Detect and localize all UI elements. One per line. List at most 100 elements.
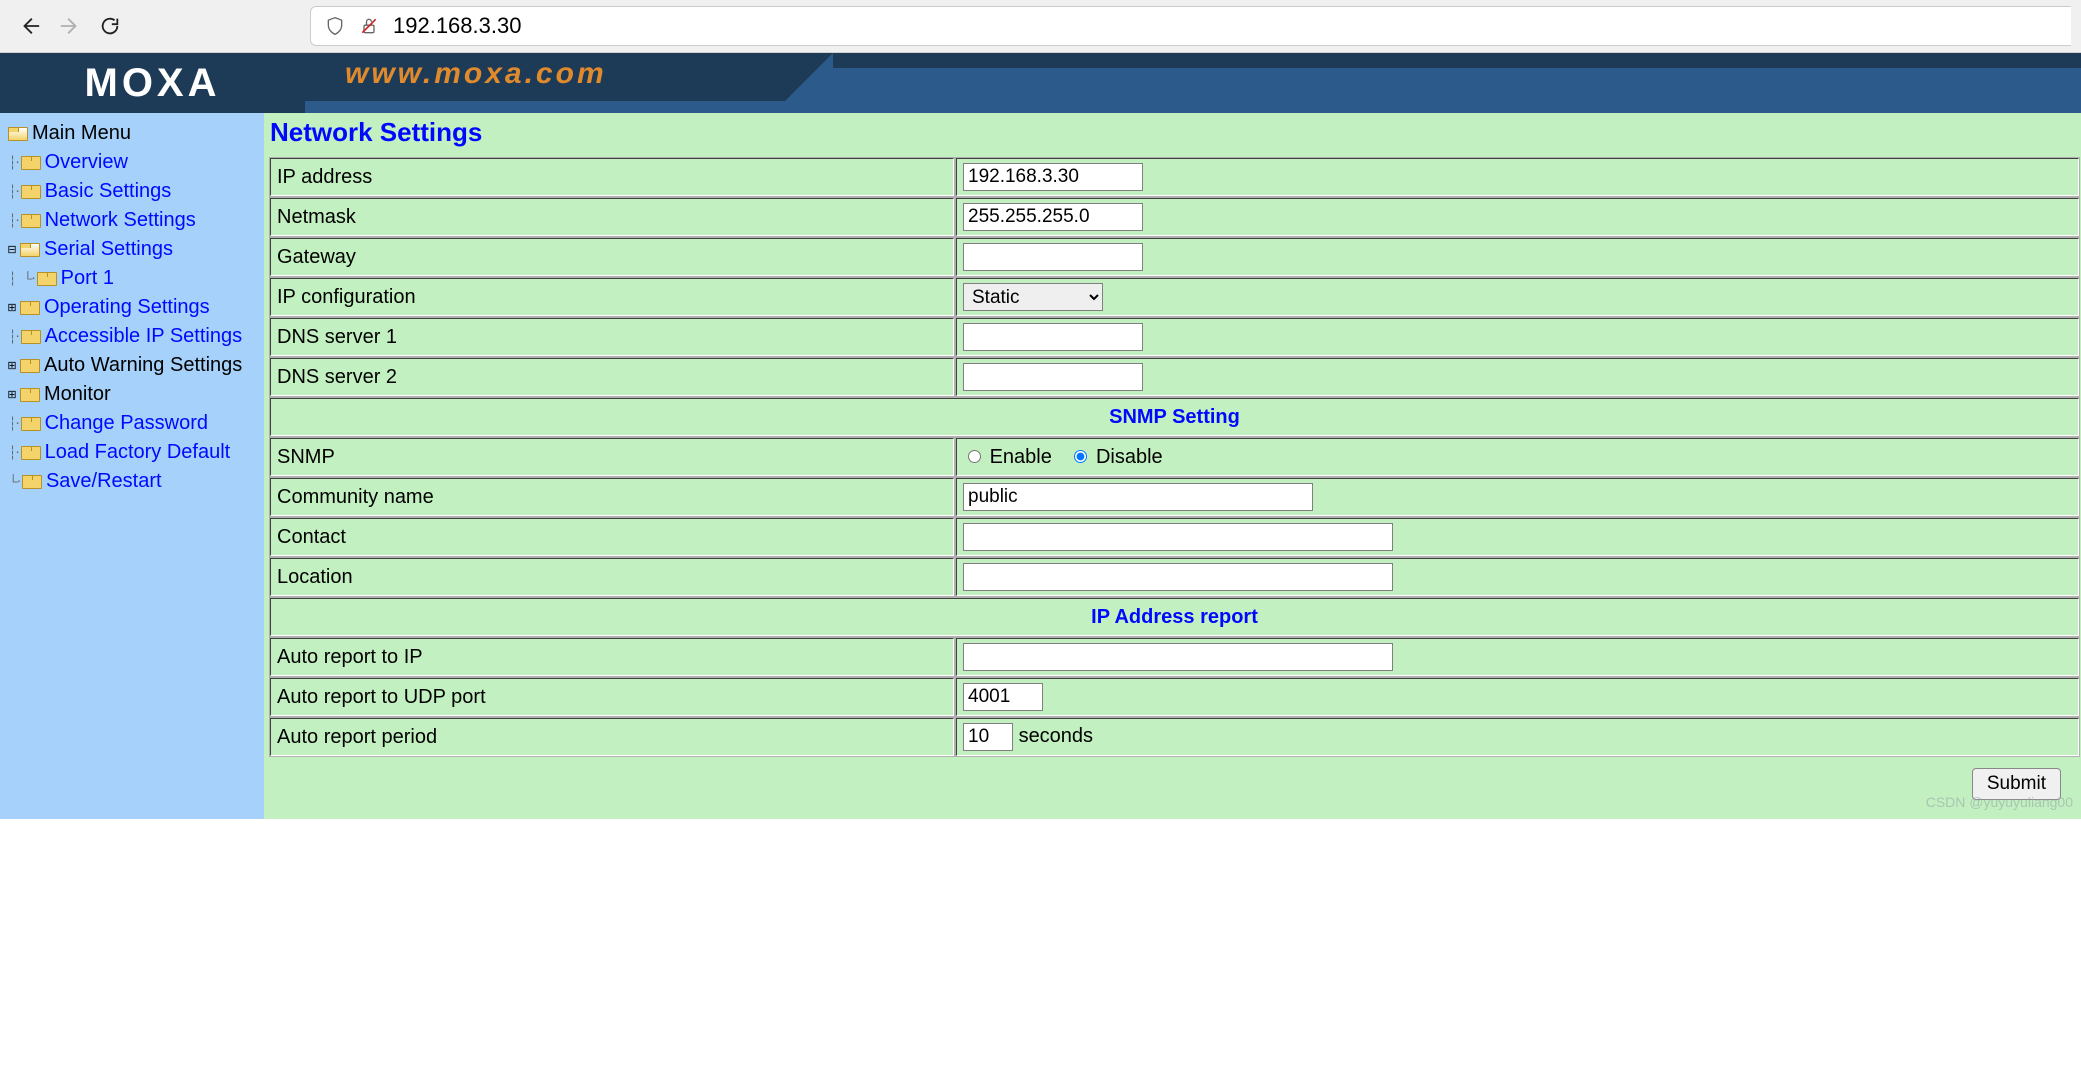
input-netmask[interactable] [963,203,1143,231]
folder-icon similarity [21,330,39,344]
expand-icon[interactable]: ⊞ [6,359,18,372]
sidebar-item-label: Basic Settings [45,180,172,203]
folder-icon [21,417,39,431]
page-title: Network Settings [270,117,2081,148]
input-location[interactable] [963,563,1393,591]
sidebar-item-accessible-ip[interactable]: ┆‧ Accessible IP Settings [6,322,264,351]
sidebar-item-monitor[interactable]: ⊞ Monitor [6,380,264,409]
input-contact[interactable] [963,523,1393,551]
input-report-period[interactable] [963,723,1013,751]
row-gateway: Gateway [270,238,2079,276]
row-snmp: SNMP Enable Disable [270,438,2079,476]
sidebar-item-basic-settings[interactable]: ┆‧ Basic Settings [6,177,264,206]
folder-icon [21,214,39,228]
sidebar-item-label: Serial Settings [44,238,173,261]
row-report-period: Auto report period seconds [270,718,2079,756]
label-contact: Contact [270,518,954,556]
label-gateway: Gateway [270,238,954,276]
sidebar-item-port1[interactable]: ┆ └‧ Port 1 [6,264,264,293]
sidebar-item-label: Auto Warning Settings [44,354,242,377]
sidebar-item-label: Operating Settings [44,296,210,319]
sidebar-item-serial-settings[interactable]: ⊟ Serial Settings [6,235,264,264]
radio-snmp-enable[interactable]: Enable [963,446,1057,468]
arrow-left-icon [19,15,41,37]
folder-icon [22,475,40,489]
section-snmp: SNMP Setting [270,398,2079,436]
logo-area: MOXA [0,53,305,113]
sidebar-item-label: Accessible IP Settings [45,325,243,348]
label-ip-config: IP configuration [270,278,954,316]
sidebar-item-label: Port 1 [61,267,114,290]
radio-snmp-disable[interactable]: Disable [1069,446,1162,468]
folder-icon [21,446,39,460]
folder-icon [37,272,55,286]
brand-url: www.moxa.com [345,57,607,91]
folder-open-icon [20,243,38,257]
label-report-port: Auto report to UDP port [270,678,954,716]
folder-icon [20,301,38,315]
label-ip-address: IP address [270,158,954,196]
browser-toolbar: 192.168.3.30 [0,0,2081,53]
forward-button[interactable] [50,6,90,46]
expand-icon[interactable]: ⊞ [6,388,18,401]
input-dns1[interactable] [963,323,1143,351]
label-community: Community name [270,478,954,516]
sidebar-item-operating-settings[interactable]: ⊞ Operating Settings [6,293,264,322]
content: Network Settings IP address Netmask Gate… [264,113,2081,819]
watermark: CSDN @yuyuyuliang00 [268,794,2081,810]
folder-icon [20,359,38,373]
arrow-right-icon [59,15,81,37]
sidebar-root[interactable]: Main Menu [6,119,264,148]
collapse-icon[interactable]: ⊟ [6,243,18,256]
unit-seconds: seconds [1019,725,1094,747]
input-report-ip[interactable] [963,643,1393,671]
reload-button[interactable] [90,6,130,46]
sidebar: Main Menu ┆‧ Overview ┆‧ Basic Settings … [0,113,264,819]
sidebar-item-label: Monitor [44,383,111,406]
row-contact: Contact [270,518,2079,556]
sidebar-item-save-restart[interactable]: └‧ Save/Restart [6,467,264,496]
input-dns2[interactable] [963,363,1143,391]
sidebar-item-load-factory-default[interactable]: ┆‧ Load Factory Default [6,438,264,467]
folder-icon [20,388,38,402]
address-bar[interactable]: 192.168.3.30 [310,6,2071,46]
sidebar-item-label: Change Password [45,412,208,435]
lock-insecure-icon [359,16,379,36]
row-ip-address: IP address [270,158,2079,196]
expand-icon[interactable]: ⊞ [6,301,18,314]
sidebar-item-label: Overview [45,151,128,174]
input-gateway[interactable] [963,243,1143,271]
folder-open-icon [8,127,26,141]
sidebar-item-label: Load Factory Default [45,441,231,464]
label-location: Location [270,558,954,596]
label-snmp: SNMP [270,438,954,476]
row-dns2: DNS server 2 [270,358,2079,396]
input-ip-address[interactable] [963,163,1143,191]
reload-icon [99,15,121,37]
label-report-period: Auto report period [270,718,954,756]
radio-snmp-enable-input[interactable] [968,450,981,463]
sidebar-item-overview[interactable]: ┆‧ Overview [6,148,264,177]
label-dns2: DNS server 2 [270,358,954,396]
folder-icon [21,185,39,199]
row-report-port: Auto report to UDP port [270,678,2079,716]
input-community[interactable] [963,483,1313,511]
back-button[interactable] [10,6,50,46]
row-report-ip: Auto report to IP [270,638,2079,676]
row-community: Community name [270,478,2079,516]
row-dns1: DNS server 1 [270,318,2079,356]
sidebar-item-change-password[interactable]: ┆‧ Change Password [6,409,264,438]
label-dns1: DNS server 1 [270,318,954,356]
sidebar-root-label: Main Menu [32,122,131,145]
sidebar-item-network-settings[interactable]: ┆‧ Network Settings [6,206,264,235]
row-location: Location [270,558,2079,596]
banner-right: www.moxa.com [305,53,2081,113]
folder-icon [21,156,39,170]
sidebar-item-auto-warning[interactable]: ⊞ Auto Warning Settings [6,351,264,380]
input-report-port[interactable] [963,683,1043,711]
radio-snmp-disable-input[interactable] [1074,450,1087,463]
select-ip-config[interactable]: Static [963,283,1103,311]
row-netmask: Netmask [270,198,2079,236]
url-text: 192.168.3.30 [393,13,521,39]
shield-icon [325,16,345,36]
